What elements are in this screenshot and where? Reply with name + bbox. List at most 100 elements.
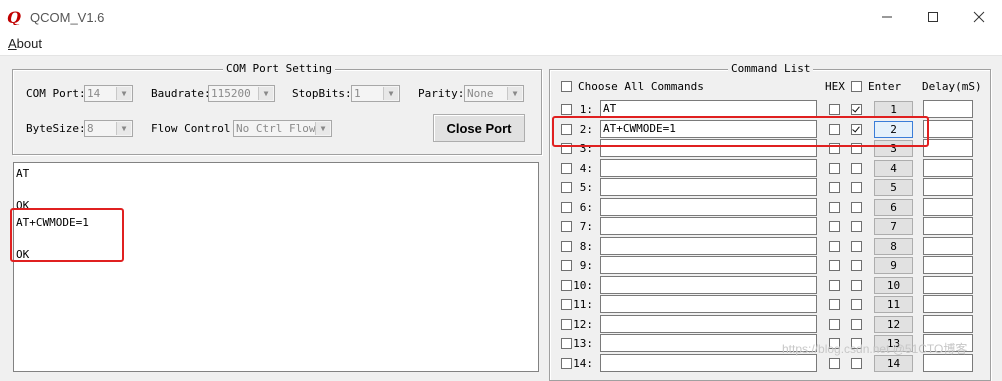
delay-input[interactable] bbox=[923, 139, 973, 157]
delay-input[interactable] bbox=[923, 217, 973, 235]
command-row-label: 4: bbox=[579, 162, 593, 175]
command-input[interactable] bbox=[600, 178, 817, 196]
command-input[interactable] bbox=[600, 256, 817, 274]
enter-checkbox[interactable] bbox=[851, 299, 862, 310]
hex-header: HEX bbox=[825, 80, 845, 93]
com-port-setting-group: COM Port Setting bbox=[12, 62, 542, 155]
hex-checkbox[interactable] bbox=[829, 202, 840, 213]
send-command-button[interactable]: 8 bbox=[874, 238, 913, 255]
command-select-checkbox[interactable] bbox=[561, 280, 572, 291]
dropdown-arrow-icon: ▼ bbox=[258, 87, 273, 100]
stopbits-label: StopBits: bbox=[292, 87, 352, 100]
command-input[interactable] bbox=[600, 295, 817, 313]
bytesize-select[interactable]: 8 ▼ bbox=[84, 120, 133, 137]
command-select-checkbox[interactable] bbox=[561, 182, 572, 193]
send-command-button[interactable]: 9 bbox=[874, 257, 913, 274]
command-select-checkbox[interactable] bbox=[561, 163, 572, 174]
hex-checkbox[interactable] bbox=[829, 163, 840, 174]
command-select-checkbox[interactable] bbox=[561, 221, 572, 232]
delay-input[interactable] bbox=[923, 159, 973, 177]
send-command-button[interactable]: 10 bbox=[874, 277, 913, 294]
command-select-checkbox[interactable] bbox=[561, 358, 572, 369]
enter-checkbox[interactable] bbox=[851, 202, 862, 213]
enter-header: Enter bbox=[868, 80, 902, 93]
maximize-button[interactable] bbox=[910, 0, 956, 34]
hex-checkbox[interactable] bbox=[829, 104, 840, 115]
command-select-checkbox[interactable] bbox=[561, 241, 572, 252]
hex-checkbox[interactable] bbox=[829, 299, 840, 310]
com-port-select[interactable]: 14 ▼ bbox=[84, 85, 133, 102]
stopbits-select[interactable]: 1 ▼ bbox=[351, 85, 400, 102]
command-row-label: 14: bbox=[573, 357, 593, 370]
send-command-button[interactable]: 7 bbox=[874, 218, 913, 235]
command-select-checkbox[interactable] bbox=[561, 104, 572, 115]
output-line: AT bbox=[16, 167, 30, 180]
menu-about[interactable]: About bbox=[8, 36, 42, 51]
delay-input[interactable] bbox=[923, 276, 973, 294]
enter-checkbox[interactable] bbox=[851, 280, 862, 291]
title-bar: Q QCOM_V1.6 bbox=[0, 0, 1002, 34]
com-port-setting-title: COM Port Setting bbox=[223, 62, 335, 75]
parity-label: Parity: bbox=[418, 87, 465, 100]
command-select-checkbox[interactable] bbox=[561, 319, 572, 330]
command-list-title: Command List bbox=[728, 62, 814, 75]
parity-select[interactable]: None ▼ bbox=[464, 85, 524, 102]
hex-checkbox[interactable] bbox=[829, 260, 840, 271]
dropdown-arrow-icon: ▼ bbox=[315, 122, 330, 135]
enter-checkbox[interactable] bbox=[851, 104, 862, 115]
hex-checkbox[interactable] bbox=[829, 319, 840, 330]
command-input[interactable] bbox=[600, 217, 817, 235]
delay-input[interactable] bbox=[923, 237, 973, 255]
menu-bar: About bbox=[0, 34, 1002, 56]
hex-checkbox[interactable] bbox=[829, 182, 840, 193]
send-command-button[interactable]: 6 bbox=[874, 199, 913, 216]
command-select-checkbox[interactable] bbox=[561, 299, 572, 310]
command-input[interactable] bbox=[600, 198, 817, 216]
delay-input[interactable] bbox=[923, 295, 973, 313]
command-row-label: 6: bbox=[579, 201, 593, 214]
hex-checkbox[interactable] bbox=[829, 280, 840, 291]
minimize-button[interactable] bbox=[864, 0, 910, 34]
delay-input[interactable] bbox=[923, 178, 973, 196]
delay-input[interactable] bbox=[923, 256, 973, 274]
enter-checkbox[interactable] bbox=[851, 260, 862, 271]
dropdown-arrow-icon: ▼ bbox=[116, 122, 131, 135]
send-command-button[interactable]: 12 bbox=[874, 316, 913, 333]
delay-input[interactable] bbox=[923, 198, 973, 216]
close-icon bbox=[973, 11, 985, 23]
send-command-button[interactable]: 14 bbox=[874, 355, 913, 372]
command-input[interactable] bbox=[600, 237, 817, 255]
command-select-checkbox[interactable] bbox=[561, 338, 572, 349]
send-command-button[interactable]: 11 bbox=[874, 296, 913, 313]
delay-input[interactable] bbox=[923, 100, 973, 118]
command-select-checkbox[interactable] bbox=[561, 260, 572, 271]
enter-checkbox[interactable] bbox=[851, 241, 862, 252]
send-command-button[interactable]: 5 bbox=[874, 179, 913, 196]
command-input[interactable] bbox=[600, 315, 817, 333]
command-row-label: 9: bbox=[579, 259, 593, 272]
close-button[interactable] bbox=[956, 0, 1002, 34]
parity-value: None bbox=[467, 87, 494, 100]
enter-all-checkbox[interactable] bbox=[851, 81, 862, 92]
delay-input[interactable] bbox=[923, 315, 973, 333]
hex-checkbox[interactable] bbox=[829, 241, 840, 252]
serial-output[interactable]: AT OK AT+CWMODE=1 OK bbox=[13, 162, 539, 372]
enter-checkbox[interactable] bbox=[851, 358, 862, 369]
choose-all-checkbox[interactable] bbox=[561, 81, 572, 92]
flow-control-select[interactable]: No Ctrl Flow ▼ bbox=[233, 120, 332, 137]
command-input[interactable] bbox=[600, 159, 817, 177]
close-port-button[interactable]: Close Port bbox=[433, 114, 525, 142]
hex-checkbox[interactable] bbox=[829, 358, 840, 369]
enter-checkbox[interactable] bbox=[851, 163, 862, 174]
enter-checkbox[interactable] bbox=[851, 319, 862, 330]
delay-input[interactable] bbox=[923, 120, 973, 138]
command-select-checkbox[interactable] bbox=[561, 202, 572, 213]
enter-checkbox[interactable] bbox=[851, 221, 862, 232]
window-title: QCOM_V1.6 bbox=[30, 10, 105, 25]
watermark: https://blog.csdn.net @51CTO博客 bbox=[782, 342, 968, 356]
send-command-button[interactable]: 4 bbox=[874, 160, 913, 177]
hex-checkbox[interactable] bbox=[829, 221, 840, 232]
command-input[interactable] bbox=[600, 276, 817, 294]
baudrate-select[interactable]: 115200 ▼ bbox=[208, 85, 275, 102]
enter-checkbox[interactable] bbox=[851, 182, 862, 193]
